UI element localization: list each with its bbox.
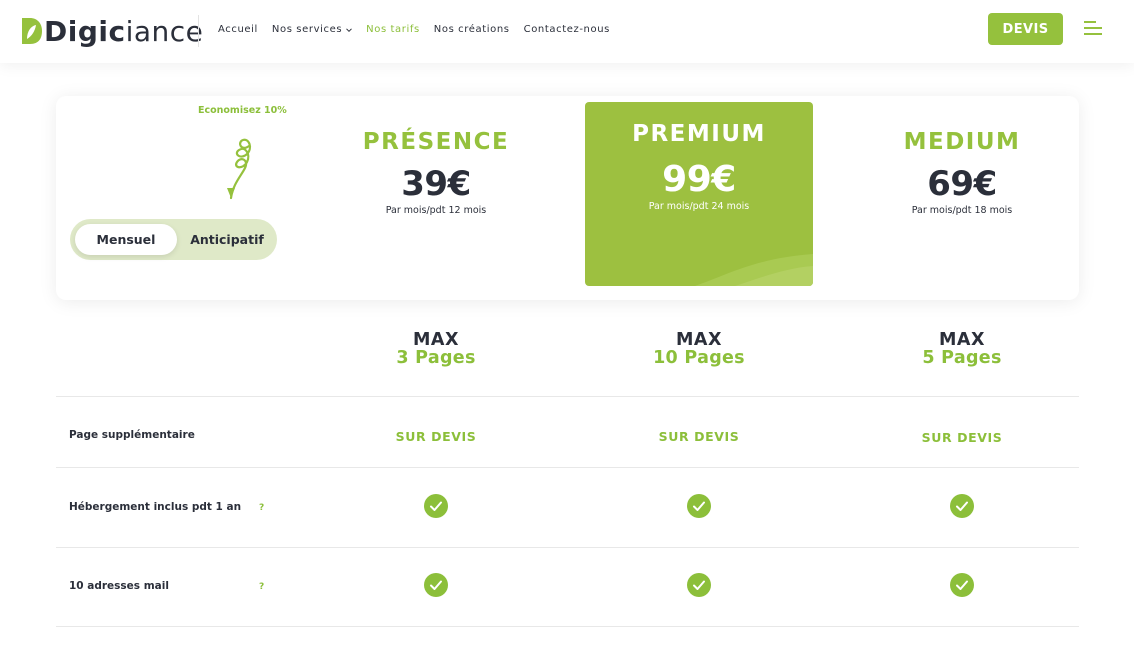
premium-wave-decoration xyxy=(695,254,813,286)
feature-value-premium: SUR DEVIS xyxy=(599,426,799,445)
save-text: Economisez 10% xyxy=(198,105,287,116)
nav-accueil[interactable]: Accueil xyxy=(218,24,258,35)
feature-value-medium xyxy=(862,494,1062,522)
help-tooltip[interactable]: ? xyxy=(259,503,264,513)
check-circle-icon xyxy=(424,494,448,518)
feature-value-presence xyxy=(336,573,536,601)
max-label: MAX xyxy=(676,330,722,350)
plan-price: 69€ xyxy=(927,164,997,204)
max-pages-value: 10 Pages xyxy=(653,348,745,368)
feature-value-premium xyxy=(599,494,799,522)
site-header: Digiciance Accueil Nos services Nos tari… xyxy=(0,0,1134,63)
sur-devis-text: SUR DEVIS xyxy=(658,429,740,444)
check-circle-icon xyxy=(950,494,974,518)
feature-label: Page supplémentaire xyxy=(69,429,195,441)
sprout-icon xyxy=(227,138,252,200)
plan-price: 39€ xyxy=(401,164,471,204)
toggle-anticipatif[interactable]: Anticipatif xyxy=(182,224,272,255)
feature-value-presence: SUR DEVIS xyxy=(336,426,536,445)
main-nav: Accueil Nos services Nos tarifs Nos créa… xyxy=(218,24,610,35)
chevron-down-icon xyxy=(346,27,352,32)
plan-name: PRÉSENCE xyxy=(362,129,510,155)
max-label: MAX xyxy=(413,330,459,350)
sur-devis-text: SUR DEVIS xyxy=(395,429,477,444)
plan-name: MEDIUM xyxy=(903,129,1021,155)
feature-value-premium xyxy=(599,573,799,601)
plan-presence[interactable]: PRÉSENCE 39€ Par mois/pdt 12 mois xyxy=(346,129,526,216)
check-circle-icon xyxy=(687,494,711,518)
max-label: MAX xyxy=(939,330,985,350)
help-tooltip[interactable]: ? xyxy=(259,582,264,592)
toggle-mensuel[interactable]: Mensuel xyxy=(75,224,177,255)
plan-medium[interactable]: MEDIUM 69€ Par mois/pdt 18 mois xyxy=(872,129,1052,216)
max-pages-premium: MAX 10 Pages xyxy=(599,331,799,367)
row-divider xyxy=(56,467,1079,468)
feature-value-medium: SUR DEVIS xyxy=(862,427,1062,446)
max-pages-presence: MAX 3 Pages xyxy=(336,331,536,367)
row-divider xyxy=(56,626,1079,627)
feature-value-medium xyxy=(862,573,1062,601)
nav-nos-creations[interactable]: Nos créations xyxy=(434,24,510,35)
feature-label: 10 adresses mail xyxy=(69,580,169,592)
check-circle-icon xyxy=(950,573,974,597)
row-divider xyxy=(56,396,1079,397)
sur-devis-text: SUR DEVIS xyxy=(921,430,1003,445)
nav-nos-tarifs[interactable]: Nos tarifs xyxy=(366,24,420,35)
logo-text: Digiciance xyxy=(44,14,204,48)
plan-subtext: Par mois/pdt 18 mois xyxy=(911,205,1013,216)
hamburger-menu-icon[interactable] xyxy=(1084,20,1102,36)
logo[interactable]: Digiciance xyxy=(19,14,203,48)
feature-value-presence xyxy=(336,494,536,522)
plan-subtext: Par mois/pdt 12 mois xyxy=(385,205,487,216)
leaf-logo-icon xyxy=(22,18,42,44)
max-pages-value: 5 Pages xyxy=(922,348,1002,368)
nav-nos-services[interactable]: Nos services xyxy=(272,24,352,35)
check-circle-icon xyxy=(687,573,711,597)
devis-button[interactable]: DEVIS xyxy=(988,13,1063,45)
billing-toggle[interactable]: Mensuel Anticipatif xyxy=(70,219,277,260)
pricing-card: Economisez 10% Mensuel Anticipatif PRÉSE… xyxy=(56,96,1079,300)
feature-label: Hébergement inclus pdt 1 an xyxy=(69,501,242,513)
plan-name: PREMIUM xyxy=(632,121,766,147)
row-divider xyxy=(56,547,1079,548)
plan-price: 99€ xyxy=(662,159,736,200)
nav-contactez-nous[interactable]: Contactez-nous xyxy=(524,24,610,35)
plan-subtext: Par mois/pdt 24 mois xyxy=(648,201,750,212)
plan-premium[interactable]: PREMIUM 99€ Par mois/pdt 24 mois xyxy=(585,102,813,286)
check-circle-icon xyxy=(424,573,448,597)
max-pages-medium: MAX 5 Pages xyxy=(862,331,1062,367)
header-divider xyxy=(198,15,199,47)
max-pages-value: 3 Pages xyxy=(396,348,476,368)
